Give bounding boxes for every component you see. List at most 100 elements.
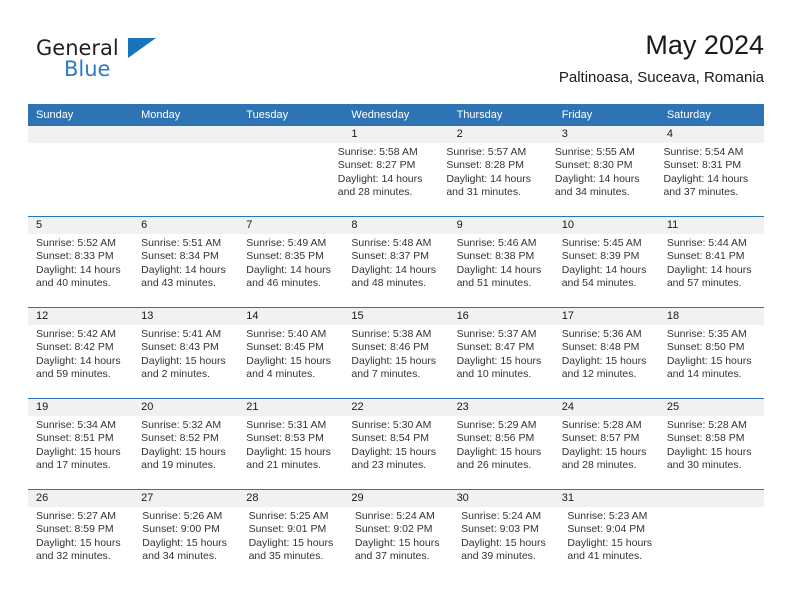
day-daylight2-text: and 51 minutes. <box>456 277 532 290</box>
day-cell[interactable]: Sunrise: 5:37 AM Sunset: 8:47 PM Daylight:… <box>449 325 554 398</box>
day-number[interactable]: 13 <box>133 308 238 325</box>
day-cell[interactable]: Sunrise: 5:58 AM Sunset: 8:27 PM Daylight:… <box>330 143 439 216</box>
day-cell[interactable]: Sunrise: 5:42 AM Sunset: 8:42 PM Daylight:… <box>28 325 133 398</box>
day-number[interactable]: 8 <box>343 217 448 234</box>
day-number[interactable]: 7 <box>238 217 343 234</box>
day-sunrise-text: Sunrise: 5:28 AM <box>666 419 747 431</box>
day-sunset-text: Sunset: 8:57 PM <box>561 432 640 445</box>
day-daylight1-text: Daylight: 15 hours <box>246 354 331 367</box>
day-cell[interactable]: Sunrise: 5:29 AM Sunset: 8:56 PM Daylight:… <box>449 416 554 489</box>
day-cell[interactable]: Sunrise: 5:36 AM Sunset: 8:48 PM Daylight:… <box>554 325 659 398</box>
general-blue-logo[interactable]: General Blue <box>28 32 258 88</box>
day-number[interactable]: 10 <box>554 217 659 234</box>
day-cell[interactable]: Sunrise: 5:34 AM Sunset: 8:51 PM Daylight:… <box>28 416 133 489</box>
day-info-band: Sunrise: 5:58 AM Sunset: 8:27 PM Daylight:… <box>28 143 764 216</box>
day-cell[interactable]: Sunrise: 5:45 AM Sunset: 8:39 PM Daylight:… <box>554 234 659 307</box>
day-number[interactable]: 6 <box>133 217 238 234</box>
day-cell[interactable]: Sunrise: 5:24 AM Sunset: 9:02 PM Daylight:… <box>347 507 453 580</box>
day-info-band: Sunrise: 5:52 AM Sunset: 8:33 PM Daylight:… <box>28 234 764 307</box>
day-cell[interactable]: Sunrise: 5:24 AM Sunset: 9:03 PM Daylight:… <box>453 507 559 580</box>
day-daylight1-text: Daylight: 14 hours <box>36 263 121 276</box>
day-daylight1-text: Daylight: 14 hours <box>666 263 752 276</box>
day-cell[interactable]: Sunrise: 5:51 AM Sunset: 8:34 PM Daylight:… <box>133 234 238 307</box>
day-sunset-text: Sunset: 9:01 PM <box>248 523 327 536</box>
day-cell[interactable]: Sunrise: 5:30 AM Sunset: 8:54 PM Daylight:… <box>343 416 448 489</box>
day-cell[interactable]: Sunrise: 5:26 AM Sunset: 9:00 PM Daylight:… <box>134 507 240 580</box>
day-sunset-text: Sunset: 9:03 PM <box>461 523 539 536</box>
day-cell[interactable]: Sunrise: 5:41 AM Sunset: 8:43 PM Daylight:… <box>133 325 238 398</box>
day-sunset-text: Sunset: 8:27 PM <box>337 159 416 172</box>
day-number[interactable]: 1 <box>343 126 448 143</box>
day-number[interactable]: 19 <box>28 399 133 416</box>
day-cell[interactable]: Sunrise: 5:46 AM Sunset: 8:38 PM Daylight:… <box>449 234 554 307</box>
day-sunrise-text: Sunrise: 5:57 AM <box>446 146 527 158</box>
day-daylight2-text: and 4 minutes. <box>246 368 316 381</box>
day-cell[interactable]: Sunrise: 5:52 AM Sunset: 8:33 PM Daylight:… <box>28 234 133 307</box>
day-number[interactable]: 22 <box>343 399 448 416</box>
day-cell[interactable]: Sunrise: 5:31 AM Sunset: 8:53 PM Daylight:… <box>238 416 343 489</box>
calendar-grid: Sunday Monday Tuesday Wednesday Thursday Frid… <box>28 104 764 580</box>
day-number[interactable]: 17 <box>554 308 659 325</box>
day-daylight1-text: Daylight: 14 hours <box>446 172 531 185</box>
day-number[interactable]: 24 <box>554 399 659 416</box>
day-number[interactable]: 15 <box>343 308 448 325</box>
day-number[interactable]: 21 <box>238 399 343 416</box>
day-daylight2-text: and 34 minutes. <box>142 550 217 563</box>
day-cell[interactable]: Sunrise: 5:49 AM Sunset: 8:35 PM Daylight:… <box>238 234 343 307</box>
day-number[interactable]: 2 <box>449 126 554 143</box>
day-info-band: Sunrise: 5:34 AM Sunset: 8:51 PM Daylight:… <box>28 416 764 489</box>
day-number[interactable]: 12 <box>28 308 133 325</box>
day-cell[interactable]: Sunrise: 5:55 AM Sunset: 8:30 PM Daylight:… <box>547 143 656 216</box>
day-cell[interactable]: Sunrise: 5:44 AM Sunset: 8:41 PM Daylight:… <box>659 234 764 307</box>
day-sunrise-text: Sunrise: 5:37 AM <box>456 328 537 340</box>
day-number-empty <box>28 126 133 143</box>
day-number[interactable]: 25 <box>659 399 764 416</box>
day-cell[interactable]: Sunrise: 5:48 AM Sunset: 8:37 PM Daylight:… <box>343 234 448 307</box>
day-number[interactable]: 11 <box>659 217 764 234</box>
day-number[interactable]: 29 <box>343 490 448 507</box>
day-cell[interactable]: Sunrise: 5:35 AM Sunset: 8:50 PM Daylight:… <box>659 325 764 398</box>
day-sunrise-text: Sunrise: 5:31 AM <box>246 419 327 431</box>
weekday-header-cell: Tuesday <box>246 109 289 121</box>
day-sunset-text: Sunset: 8:54 PM <box>351 432 430 445</box>
day-number[interactable]: 30 <box>449 490 554 507</box>
day-number[interactable]: 4 <box>659 126 764 143</box>
day-number[interactable]: 18 <box>659 308 764 325</box>
day-number[interactable]: 16 <box>449 308 554 325</box>
day-number[interactable]: 28 <box>238 490 343 507</box>
day-cell[interactable]: Sunrise: 5:28 AM Sunset: 8:57 PM Daylight:… <box>554 416 659 489</box>
day-cell-empty <box>28 143 129 216</box>
day-sunset-text: Sunset: 8:35 PM <box>246 250 324 263</box>
day-daylight1-text: Daylight: 14 hours <box>561 263 647 276</box>
day-number[interactable]: 3 <box>554 126 659 143</box>
weekday-header-cell: Thursday <box>456 109 503 121</box>
day-daylight1-text: Daylight: 15 hours <box>142 536 227 549</box>
day-daylight1-text: Daylight: 15 hours <box>36 536 121 549</box>
day-cell[interactable]: Sunrise: 5:27 AM Sunset: 8:59 PM Daylight:… <box>28 507 134 580</box>
day-sunrise-text: Sunrise: 5:58 AM <box>337 146 418 158</box>
day-cell[interactable]: Sunrise: 5:25 AM Sunset: 9:01 PM Daylight:… <box>241 507 347 580</box>
day-number[interactable]: 20 <box>133 399 238 416</box>
day-cell[interactable]: Sunrise: 5:54 AM Sunset: 8:31 PM Daylight:… <box>655 143 764 216</box>
day-cell[interactable]: Sunrise: 5:23 AM Sunset: 9:04 PM Daylight:… <box>559 507 665 580</box>
day-sunrise-text: Sunrise: 5:51 AM <box>141 237 222 249</box>
title-block: May 2024 Paltinoasa, Suceava, Romania <box>559 28 764 87</box>
day-daylight1-text: Daylight: 15 hours <box>246 445 331 458</box>
day-sunset-text: Sunset: 8:37 PM <box>351 250 430 263</box>
day-cell[interactable]: Sunrise: 5:40 AM Sunset: 8:45 PM Daylight:… <box>238 325 343 398</box>
day-number[interactable]: 31 <box>554 490 659 507</box>
day-number[interactable]: 26 <box>28 490 133 507</box>
day-daylight1-text: Daylight: 15 hours <box>456 354 542 367</box>
day-cell[interactable]: Sunrise: 5:28 AM Sunset: 8:58 PM Daylight:… <box>659 416 764 489</box>
day-number[interactable]: 5 <box>28 217 133 234</box>
day-cell[interactable]: Sunrise: 5:38 AM Sunset: 8:46 PM Daylight:… <box>343 325 448 398</box>
day-number-band: 5 6 7 8 9 10 11 <box>28 217 764 234</box>
day-number-band: 1234 <box>28 126 764 143</box>
day-number[interactable]: 9 <box>449 217 554 234</box>
day-cell[interactable]: Sunrise: 5:57 AM Sunset: 8:28 PM Daylight:… <box>438 143 547 216</box>
day-number[interactable]: 23 <box>449 399 554 416</box>
day-cell[interactable]: Sunrise: 5:32 AM Sunset: 8:52 PM Daylight:… <box>133 416 238 489</box>
day-sunset-text: Sunset: 8:43 PM <box>141 341 219 354</box>
day-number[interactable]: 14 <box>238 308 343 325</box>
day-number[interactable]: 27 <box>133 490 238 507</box>
